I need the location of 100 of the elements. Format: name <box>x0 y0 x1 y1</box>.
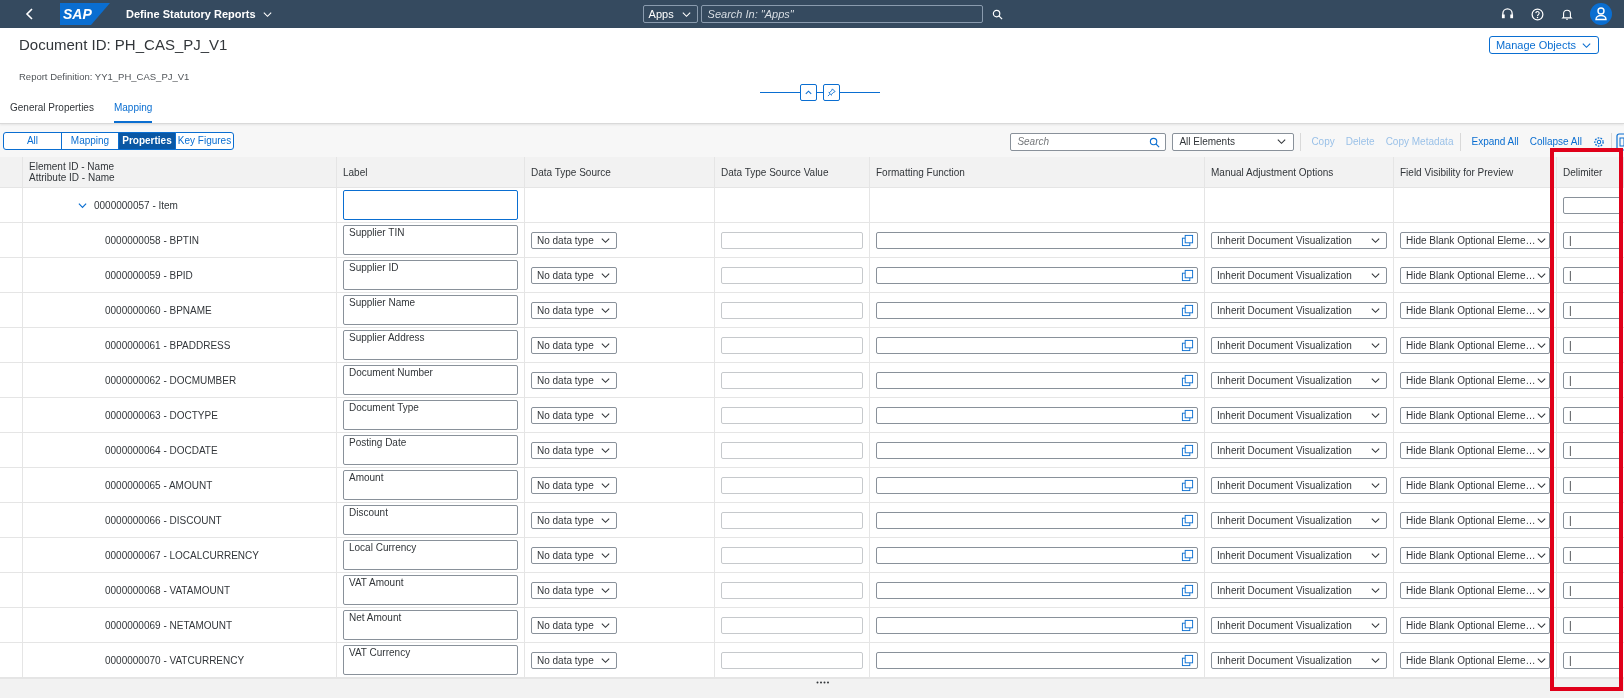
label-field[interactable]: Posting Date <box>343 435 518 465</box>
delimiter-field[interactable]: | <box>1563 546 1622 564</box>
manage-objects-button[interactable]: Manage Objects <box>1488 36 1599 55</box>
data-type-select[interactable]: No data type <box>531 266 617 284</box>
formatting-function-field[interactable] <box>876 441 1198 459</box>
value-help-icon[interactable] <box>1181 233 1194 247</box>
delimiter-field[interactable]: | <box>1563 301 1622 319</box>
source-value-field[interactable] <box>721 301 863 319</box>
tab[interactable]: Mapping <box>113 99 153 123</box>
formatting-function-field[interactable] <box>876 406 1198 424</box>
source-value-field[interactable] <box>721 581 863 599</box>
resize-grip-icon[interactable] <box>816 681 830 684</box>
formatting-function-field[interactable] <box>876 231 1198 249</box>
data-type-select[interactable]: No data type <box>531 616 617 634</box>
label-field[interactable]: Discount <box>343 505 518 535</box>
value-help-icon[interactable] <box>1181 583 1194 597</box>
toolbar-action[interactable]: Collapse All <box>1528 134 1583 149</box>
adjustment-select[interactable]: Inherit Document Visualization <box>1211 441 1387 459</box>
adjustment-select[interactable]: Inherit Document Visualization <box>1211 231 1387 249</box>
delimiter-field[interactable]: | <box>1563 406 1622 424</box>
formatting-function-field[interactable] <box>876 336 1198 354</box>
value-help-icon[interactable] <box>1181 373 1194 387</box>
adjustment-select[interactable]: Inherit Document Visualization <box>1211 546 1387 564</box>
delimiter-field[interactable]: | <box>1563 441 1622 459</box>
source-value-field[interactable] <box>721 511 863 529</box>
value-help-icon[interactable] <box>1181 268 1194 282</box>
search-field[interactable]: Search In: "Apps" <box>700 5 983 23</box>
value-help-icon[interactable] <box>1181 548 1194 562</box>
data-type-select[interactable]: No data type <box>531 546 617 564</box>
search-icon[interactable] <box>991 8 1003 20</box>
toolbar-action[interactable]: Expand All <box>1470 134 1520 149</box>
segment-button[interactable]: Properties <box>118 131 176 150</box>
label-field[interactable]: VAT Amount <box>343 575 518 605</box>
source-value-field[interactable] <box>721 546 863 564</box>
data-type-select[interactable]: No data type <box>531 301 617 319</box>
adjustment-select[interactable]: Inherit Document Visualization <box>1211 581 1387 599</box>
value-help-icon[interactable] <box>1181 303 1194 317</box>
delimiter-field[interactable] <box>1563 196 1622 214</box>
source-value-field[interactable] <box>721 336 863 354</box>
delimiter-field[interactable]: | <box>1563 476 1622 494</box>
source-value-field[interactable] <box>721 231 863 249</box>
formatting-function-field[interactable] <box>876 266 1198 284</box>
help-icon[interactable] <box>1531 7 1544 21</box>
visibility-select[interactable]: Hide Blank Optional Eleme… <box>1400 651 1550 669</box>
data-type-select[interactable]: No data type <box>531 441 617 459</box>
adjustment-select[interactable]: Inherit Document Visualization <box>1211 371 1387 389</box>
label-field[interactable]: Net Amount <box>343 610 518 640</box>
visibility-select[interactable]: Hide Blank Optional Eleme… <box>1400 581 1550 599</box>
segment-button[interactable]: All <box>3 131 62 150</box>
delimiter-field[interactable]: | <box>1563 336 1622 354</box>
label-field[interactable]: Document Type <box>343 400 518 430</box>
formatting-function-field[interactable] <box>876 476 1198 494</box>
settings-icon[interactable] <box>1593 135 1605 148</box>
value-help-icon[interactable] <box>1181 443 1194 457</box>
visibility-select[interactable]: Hide Blank Optional Eleme… <box>1400 616 1550 634</box>
data-type-select[interactable]: No data type <box>531 476 617 494</box>
delimiter-field[interactable]: | <box>1563 651 1622 669</box>
data-type-select[interactable]: No data type <box>531 231 617 249</box>
visibility-select[interactable]: Hide Blank Optional Eleme… <box>1400 546 1550 564</box>
data-type-select[interactable]: No data type <box>531 581 617 599</box>
tab[interactable]: General Properties <box>10 99 94 123</box>
visibility-select[interactable]: Hide Blank Optional Eleme… <box>1400 336 1550 354</box>
adjustment-select[interactable]: Inherit Document Visualization <box>1211 406 1387 424</box>
delimiter-field[interactable]: | <box>1563 231 1622 249</box>
expand-toggle[interactable] <box>78 200 88 210</box>
visibility-select[interactable]: Hide Blank Optional Eleme… <box>1400 476 1550 494</box>
table-search-field[interactable]: Search <box>1010 132 1167 151</box>
value-help-icon[interactable] <box>1181 338 1194 352</box>
label-field[interactable]: Supplier TIN <box>343 225 518 255</box>
label-field[interactable]: Local Currency <box>343 540 518 570</box>
delimiter-field[interactable]: | <box>1563 511 1622 529</box>
label-field[interactable]: Document Number <box>343 365 518 395</box>
pin-header-button[interactable] <box>823 84 840 101</box>
data-type-select[interactable]: No data type <box>531 651 617 669</box>
visibility-select[interactable]: Hide Blank Optional Eleme… <box>1400 371 1550 389</box>
source-value-field[interactable] <box>721 616 863 634</box>
formatting-function-field[interactable] <box>876 581 1198 599</box>
label-field[interactable] <box>343 190 518 220</box>
delimiter-field[interactable]: | <box>1563 581 1622 599</box>
segment-button[interactable]: Key Figures <box>175 131 234 150</box>
label-field[interactable]: Supplier Address <box>343 330 518 360</box>
export-icon[interactable] <box>1616 132 1624 151</box>
delimiter-field[interactable]: | <box>1563 616 1622 634</box>
user-avatar-icon[interactable] <box>1590 3 1612 25</box>
value-help-icon[interactable] <box>1181 408 1194 422</box>
app-title-menu[interactable]: Define Statutory Reports <box>126 5 273 23</box>
adjustment-select[interactable]: Inherit Document Visualization <box>1211 336 1387 354</box>
search-icon[interactable] <box>1149 136 1161 148</box>
source-value-field[interactable] <box>721 406 863 424</box>
adjustment-select[interactable]: Inherit Document Visualization <box>1211 301 1387 319</box>
label-field[interactable]: Supplier Name <box>343 295 518 325</box>
source-value-field[interactable] <box>721 476 863 494</box>
label-field[interactable]: Supplier ID <box>343 260 518 290</box>
formatting-function-field[interactable] <box>876 616 1198 634</box>
visibility-select[interactable]: Hide Blank Optional Eleme… <box>1400 406 1550 424</box>
value-help-icon[interactable] <box>1181 653 1194 667</box>
source-value-field[interactable] <box>721 371 863 389</box>
source-value-field[interactable] <box>721 441 863 459</box>
adjustment-select[interactable]: Inherit Document Visualization <box>1211 476 1387 494</box>
visibility-select[interactable]: Hide Blank Optional Eleme… <box>1400 231 1550 249</box>
